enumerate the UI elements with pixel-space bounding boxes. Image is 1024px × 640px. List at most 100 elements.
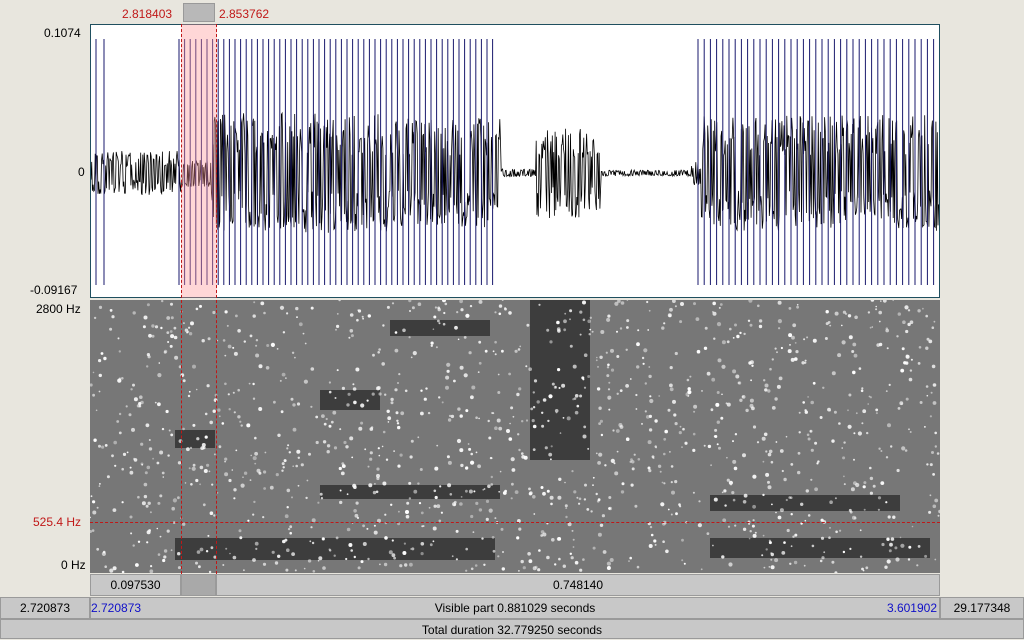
spectrogram-speckle xyxy=(191,466,196,471)
segment-right-duration[interactable]: 0.748140 xyxy=(216,574,940,596)
spectrogram-speckle xyxy=(669,366,673,370)
spectrogram-speckle xyxy=(349,436,354,441)
spectrogram-speckle xyxy=(582,378,585,381)
spectrogram-speckle xyxy=(390,397,394,402)
segment-left-duration[interactable]: 0.097530 xyxy=(90,574,181,596)
spectrogram-speckle xyxy=(508,372,511,376)
spectrogram-speckle xyxy=(386,305,390,309)
spectrogram-speckle xyxy=(90,516,91,519)
spectrogram-speckle xyxy=(669,383,673,388)
spectrogram-speckle xyxy=(532,566,537,571)
spectrogram-speckle xyxy=(667,408,671,412)
spectrogram-speckle xyxy=(764,383,769,388)
spectrogram-speckle xyxy=(616,355,620,358)
spectrogram-speckle xyxy=(752,425,757,429)
spectrogram-speckle xyxy=(378,348,381,351)
spectrogram-speckle xyxy=(757,304,760,308)
spectrogram-speckle xyxy=(648,309,651,312)
spectrogram-speckle xyxy=(630,483,634,487)
spectrogram-speckle xyxy=(867,311,871,314)
spectrogram-speckle xyxy=(417,482,420,485)
visible-part-bar[interactable]: 2.720873 Visible part 0.881029 seconds 3… xyxy=(90,597,940,619)
spectrogram-speckle xyxy=(112,508,117,512)
spectrogram-speckle xyxy=(785,435,788,438)
spectrogram-speckle xyxy=(356,318,359,322)
spectrogram-speckle xyxy=(133,458,138,462)
spectrogram-speckle xyxy=(450,414,455,419)
spectrogram-speckle xyxy=(924,554,928,558)
spectrogram-speckle xyxy=(831,439,835,443)
spectrogram-speckle xyxy=(451,555,454,558)
spectrogram-speckle xyxy=(239,536,243,540)
spectrogram-speckle xyxy=(322,537,325,541)
spectrogram-speckle xyxy=(929,415,933,418)
spectrogram-speckle xyxy=(445,375,450,380)
spectrogram-speckle xyxy=(254,436,257,440)
spectrogram-speckle xyxy=(605,351,608,354)
spectrogram-speckle xyxy=(161,427,165,431)
spectrogram-speckle xyxy=(338,300,341,302)
spectrogram-speckle xyxy=(188,332,193,336)
visible-part-label: Visible part 0.881029 seconds xyxy=(434,601,596,615)
spectrogram-speckle xyxy=(319,492,323,496)
spectrogram-speckle xyxy=(626,326,629,329)
spectrogram-speckle xyxy=(224,457,228,461)
spectrogram-speckle xyxy=(647,329,650,331)
spectrogram-speckle xyxy=(847,424,852,429)
spectrogram-speckle xyxy=(265,366,270,370)
spectrogram-speckle xyxy=(792,323,797,328)
spectrogram-speckle xyxy=(557,495,562,500)
spectrogram-speckle xyxy=(841,447,843,449)
spectrogram-speckle xyxy=(571,529,574,532)
spectrogram-speckle xyxy=(894,546,898,550)
spectrogram-speckle xyxy=(341,464,346,468)
spectrogram-speckle xyxy=(118,377,122,380)
spectrogram-speckle xyxy=(579,333,582,336)
spectrogram-speckle xyxy=(465,409,469,413)
spectrogram-speckle xyxy=(628,560,630,563)
spectrogram-speckle xyxy=(533,513,536,515)
spectrogram-speckle xyxy=(715,402,720,407)
visible-right-time[interactable]: 29.177348 xyxy=(940,597,1024,619)
waveform-panel[interactable] xyxy=(90,24,940,298)
spectrogram-speckle xyxy=(287,527,291,531)
spectrogram-speckle xyxy=(576,496,579,499)
spectrogram-speckle xyxy=(803,338,806,341)
spectrogram-speckle xyxy=(382,324,385,327)
spectrogram-speckle xyxy=(905,354,910,359)
spectrogram-speckle xyxy=(517,433,520,436)
spectrogram-panel[interactable] xyxy=(90,300,940,573)
segment-selection[interactable] xyxy=(181,574,216,596)
total-duration-bar[interactable]: Total duration 32.779250 seconds xyxy=(0,619,1024,639)
spectrogram-speckle xyxy=(608,398,610,400)
spectrogram-speckle xyxy=(905,397,909,401)
spectrogram-speckle xyxy=(218,415,221,418)
spectrogram-speckle xyxy=(240,424,243,427)
spectrogram-speckle xyxy=(637,458,641,461)
spectrogram-speckle xyxy=(98,485,101,487)
spectrogram-speckle xyxy=(752,504,756,509)
spectrogram-speckle xyxy=(93,438,97,442)
spectrogram-speckle xyxy=(636,565,640,569)
spectrogram-speckle xyxy=(369,451,373,455)
spectrogram-speckle xyxy=(258,407,263,411)
visible-left-time[interactable]: 2.720873 xyxy=(0,597,90,619)
spectrogram-speckle xyxy=(470,452,474,456)
spectrogram-speckle xyxy=(514,490,519,494)
spectrogram-speckle xyxy=(242,476,244,478)
spectrogram-speckle xyxy=(669,307,673,312)
spectrogram-speckle xyxy=(121,501,124,504)
spectrogram-speckle xyxy=(195,388,198,391)
spectrogram-speckle xyxy=(109,309,113,312)
spectrogram-speckle xyxy=(452,502,457,507)
spectrogram-speckle xyxy=(765,472,770,477)
spectrogram-speckle xyxy=(842,550,846,554)
spectrogram-speckle xyxy=(558,557,561,561)
spectrogram-speckle xyxy=(352,383,355,386)
selection-handle[interactable] xyxy=(183,3,215,22)
spectrogram-speckle xyxy=(137,540,141,543)
spectrogram-speckle xyxy=(394,388,398,392)
spectrogram-speckle xyxy=(355,367,360,372)
spectrogram-speckle xyxy=(126,451,129,454)
spectrogram-speckle xyxy=(109,568,114,573)
